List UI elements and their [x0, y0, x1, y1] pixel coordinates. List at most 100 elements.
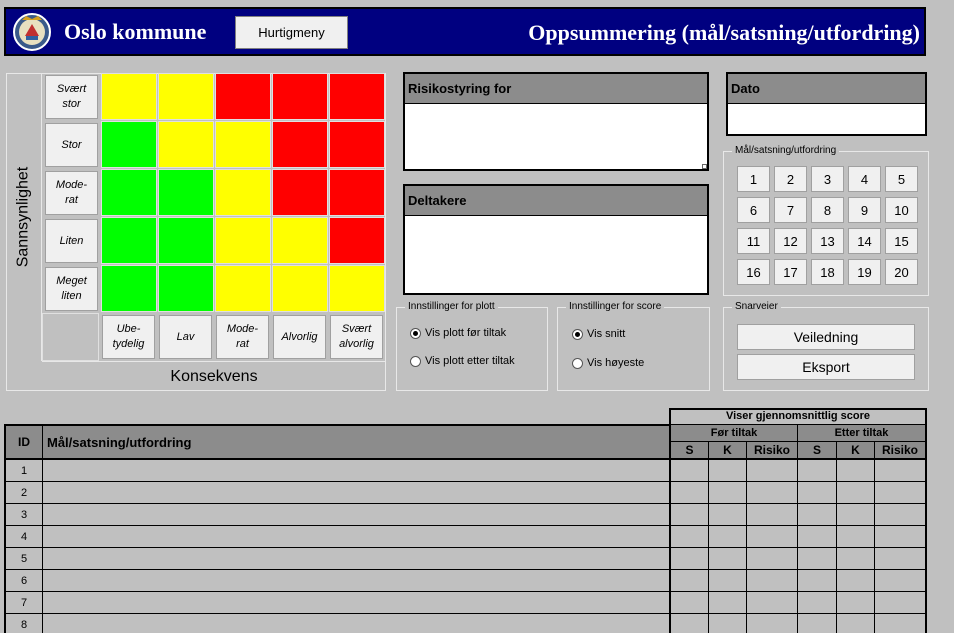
matrix-cell [101, 121, 157, 168]
row-score-cell [746, 570, 798, 592]
goal-button[interactable]: 18 [811, 259, 844, 285]
dato-input[interactable] [726, 104, 927, 136]
row-score-cell [708, 570, 747, 592]
row-score-cell [708, 504, 747, 526]
matrix-cell [158, 73, 214, 120]
table-row[interactable]: 7 [4, 592, 927, 614]
row-goal-cell[interactable] [43, 592, 670, 614]
row-goal-cell[interactable] [43, 460, 670, 482]
matrix-cell [329, 217, 385, 264]
row-goal-cell[interactable] [43, 526, 670, 548]
matrix-cell [329, 169, 385, 216]
y-axis-label: Sannsynlighet [14, 166, 32, 268]
probability-button[interactable]: Svært stor [45, 75, 98, 119]
goal-button[interactable]: 6 [737, 197, 770, 223]
consequence-button[interactable]: Lav [159, 315, 212, 359]
row-score-cell [874, 614, 927, 633]
table-row[interactable]: 2 [4, 482, 927, 504]
goal-button[interactable]: 4 [848, 166, 881, 192]
table-row[interactable]: 6 [4, 570, 927, 592]
plot-settings-label: Innstillinger for plott [405, 301, 498, 312]
page-title: Oppsummering (mål/satsning/utfordring) [528, 20, 920, 45]
resize-grip-icon[interactable] [702, 164, 707, 169]
matrix-cell [101, 169, 157, 216]
row-goal-cell[interactable] [43, 482, 670, 504]
table-row[interactable]: 8 [4, 614, 927, 633]
quick-menu-button[interactable]: Hurtigmeny [235, 16, 348, 49]
radio-plot-before[interactable]: Vis plott før tiltak [410, 327, 506, 339]
row-goal-cell[interactable] [43, 548, 670, 570]
goal-button[interactable]: 15 [885, 228, 918, 254]
table-row[interactable]: 5 [4, 548, 927, 570]
goal-button[interactable]: 16 [737, 259, 770, 285]
goal-button[interactable]: 3 [811, 166, 844, 192]
export-button[interactable]: Eksport [737, 354, 915, 380]
probability-button[interactable]: Meget liten [45, 267, 98, 311]
deltakere-input[interactable] [403, 216, 709, 295]
radio-plot-after-label: Vis plott etter tiltak [425, 355, 515, 367]
row-score-cell [836, 482, 875, 504]
goal-button[interactable]: 11 [737, 228, 770, 254]
goal-button[interactable]: 10 [885, 197, 918, 223]
consequence-button[interactable]: Ube- tydelig [102, 315, 155, 359]
score-sub-header: S [797, 441, 837, 460]
goal-button[interactable]: 2 [774, 166, 807, 192]
row-goal-cell[interactable] [43, 614, 670, 633]
table-row[interactable]: 1 [4, 460, 927, 482]
row-score-cell [836, 592, 875, 614]
matrix-cell [101, 73, 157, 120]
radio-score-highest-label: Vis høyeste [587, 357, 645, 369]
guide-button[interactable]: Veiledning [737, 324, 915, 350]
row-id: 7 [4, 592, 43, 614]
row-score-cell [836, 526, 875, 548]
matrix-cell [329, 121, 385, 168]
consequence-button[interactable]: Alvorlig [273, 315, 326, 359]
score-mode-header: Viser gjennomsnittlig score [669, 408, 927, 425]
radio-dot[interactable] [410, 355, 421, 367]
radio-dot[interactable] [572, 328, 583, 340]
radio-dot[interactable] [410, 327, 421, 339]
row-goal-cell[interactable] [43, 570, 670, 592]
goal-button[interactable]: 1 [737, 166, 770, 192]
consequence-button[interactable]: Mode- rat [216, 315, 269, 359]
risikostyring-input[interactable] [403, 104, 709, 171]
matrix-corner [42, 313, 99, 361]
goal-button[interactable]: 13 [811, 228, 844, 254]
probability-button[interactable]: Mode- rat [45, 171, 98, 215]
radio-score-highest[interactable]: Vis høyeste [572, 357, 644, 369]
probability-button[interactable]: Liten [45, 219, 98, 263]
score-sub-header: S [669, 441, 709, 460]
goal-button[interactable]: 17 [774, 259, 807, 285]
radio-score-average[interactable]: Vis snitt [572, 328, 625, 340]
matrix-cell [158, 169, 214, 216]
goal-button[interactable]: 5 [885, 166, 918, 192]
header-bar: Oslo kommune Hurtigmeny Oppsummering (må… [4, 7, 926, 56]
probability-button[interactable]: Stor [45, 123, 98, 167]
goal-button[interactable]: 12 [774, 228, 807, 254]
row-score-cell [797, 460, 837, 482]
x-axis-label: Konsekvens [42, 361, 386, 391]
row-score-cell [874, 570, 927, 592]
goal-button[interactable]: 7 [774, 197, 807, 223]
row-score-cell [669, 614, 709, 633]
row-score-cell [874, 548, 927, 570]
goal-button[interactable]: 8 [811, 197, 844, 223]
table-row[interactable]: 3 [4, 504, 927, 526]
dato-label: Dato [726, 72, 927, 104]
radio-dot[interactable] [572, 357, 583, 369]
radio-plot-after[interactable]: Vis plott etter tiltak [410, 355, 515, 367]
goal-button[interactable]: 20 [885, 259, 918, 285]
row-id: 2 [4, 482, 43, 504]
table-row[interactable]: 4 [4, 526, 927, 548]
row-id: 4 [4, 526, 43, 548]
consequence-button[interactable]: Svært alvorlig [330, 315, 383, 359]
matrix-cell [215, 265, 271, 312]
row-score-cell [797, 482, 837, 504]
goal-button[interactable]: 9 [848, 197, 881, 223]
goal-button[interactable]: 14 [848, 228, 881, 254]
row-score-cell [797, 548, 837, 570]
goal-button[interactable]: 19 [848, 259, 881, 285]
row-goal-cell[interactable] [43, 504, 670, 526]
app-window: Oslo kommune Hurtigmeny Oppsummering (må… [0, 0, 954, 633]
row-score-cell [708, 482, 747, 504]
